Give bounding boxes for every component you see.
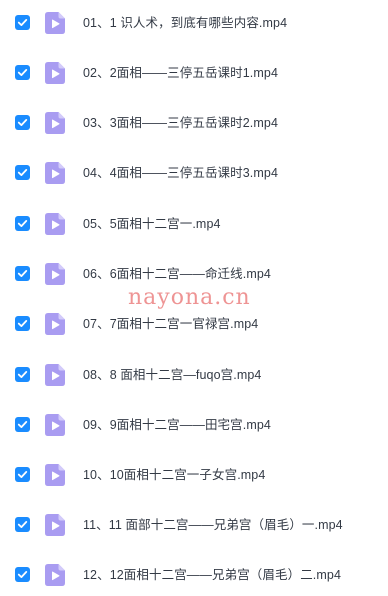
checkmark-icon [17, 471, 28, 478]
checkmark-icon [17, 571, 28, 578]
file-checkbox[interactable] [15, 266, 30, 281]
file-row[interactable]: 09、9面相十二宫——田宅宫.mp4 [0, 405, 388, 445]
file-name[interactable]: 08、8 面相十二宫—fuqo宫.mp4 [83, 366, 261, 384]
video-file-icon [45, 464, 65, 486]
checkmark-icon [17, 371, 28, 378]
file-checkbox[interactable] [15, 65, 30, 80]
video-file-icon [45, 62, 65, 84]
checkmark-icon [17, 320, 28, 327]
file-name[interactable]: 10、10面相十二宫一子女宫.mp4 [83, 466, 265, 484]
checkmark-icon [17, 220, 28, 227]
file-name[interactable]: 06、6面相十二宫——命迁线.mp4 [83, 265, 271, 283]
checkmark-icon [17, 169, 28, 176]
watermark: nayona.cn [128, 285, 251, 310]
file-checkbox[interactable] [15, 115, 30, 130]
file-name[interactable]: 04、4面相——三停五岳课时3.mp4 [83, 164, 278, 182]
file-row[interactable]: 11、11 面部十二宫——兄弟宫（眉毛）一.mp4 [0, 505, 388, 545]
file-checkbox[interactable] [15, 567, 30, 582]
file-checkbox[interactable] [15, 216, 30, 231]
file-name[interactable]: 07、7面相十二宫一官禄宫.mp4 [83, 315, 258, 333]
file-row[interactable]: 02、2面相——三停五岳课时1.mp4 [0, 53, 388, 93]
video-file-icon [45, 263, 65, 285]
file-row[interactable]: 01、1 识人术，到底有哪些内容.mp4 [0, 3, 388, 43]
video-file-icon [45, 12, 65, 34]
file-name[interactable]: 05、5面相十二宫一.mp4 [83, 215, 221, 233]
video-file-icon [45, 112, 65, 134]
checkmark-icon [17, 270, 28, 277]
file-name[interactable]: 02、2面相——三停五岳课时1.mp4 [83, 64, 278, 82]
video-file-icon [45, 514, 65, 536]
file-checkbox[interactable] [15, 467, 30, 482]
file-name[interactable]: 01、1 识人术，到底有哪些内容.mp4 [83, 14, 287, 32]
video-file-icon [45, 213, 65, 235]
file-name[interactable]: 11、11 面部十二宫——兄弟宫（眉毛）一.mp4 [83, 516, 343, 534]
file-name[interactable]: 12、12面相十二宫——兄弟宫（眉毛）二.mp4 [83, 566, 341, 584]
checkmark-icon [17, 119, 28, 126]
checkmark-icon [17, 421, 28, 428]
file-checkbox[interactable] [15, 417, 30, 432]
checkmark-icon [17, 521, 28, 528]
file-row[interactable]: 08、8 面相十二宫—fuqo宫.mp4 [0, 355, 388, 395]
video-file-icon [45, 364, 65, 386]
file-row[interactable]: 12、12面相十二宫——兄弟宫（眉毛）二.mp4 [0, 555, 388, 595]
video-file-icon [45, 414, 65, 436]
file-name[interactable]: 03、3面相——三停五岳课时2.mp4 [83, 114, 278, 132]
file-row[interactable]: 04、4面相——三停五岳课时3.mp4 [0, 153, 388, 193]
file-row[interactable]: 10、10面相十二宫一子女宫.mp4 [0, 455, 388, 495]
file-checkbox[interactable] [15, 517, 30, 532]
checkmark-icon [17, 69, 28, 76]
video-file-icon [45, 313, 65, 335]
file-checkbox[interactable] [15, 15, 30, 30]
file-row[interactable]: 03、3面相——三停五岳课时2.mp4 [0, 103, 388, 143]
video-file-icon [45, 564, 65, 586]
file-checkbox[interactable] [15, 165, 30, 180]
file-row[interactable]: 05、5面相十二宫一.mp4 [0, 204, 388, 244]
checkmark-icon [17, 19, 28, 26]
file-checkbox[interactable] [15, 367, 30, 382]
file-name[interactable]: 09、9面相十二宫——田宅宫.mp4 [83, 416, 271, 434]
video-file-icon [45, 162, 65, 184]
file-checkbox[interactable] [15, 316, 30, 331]
